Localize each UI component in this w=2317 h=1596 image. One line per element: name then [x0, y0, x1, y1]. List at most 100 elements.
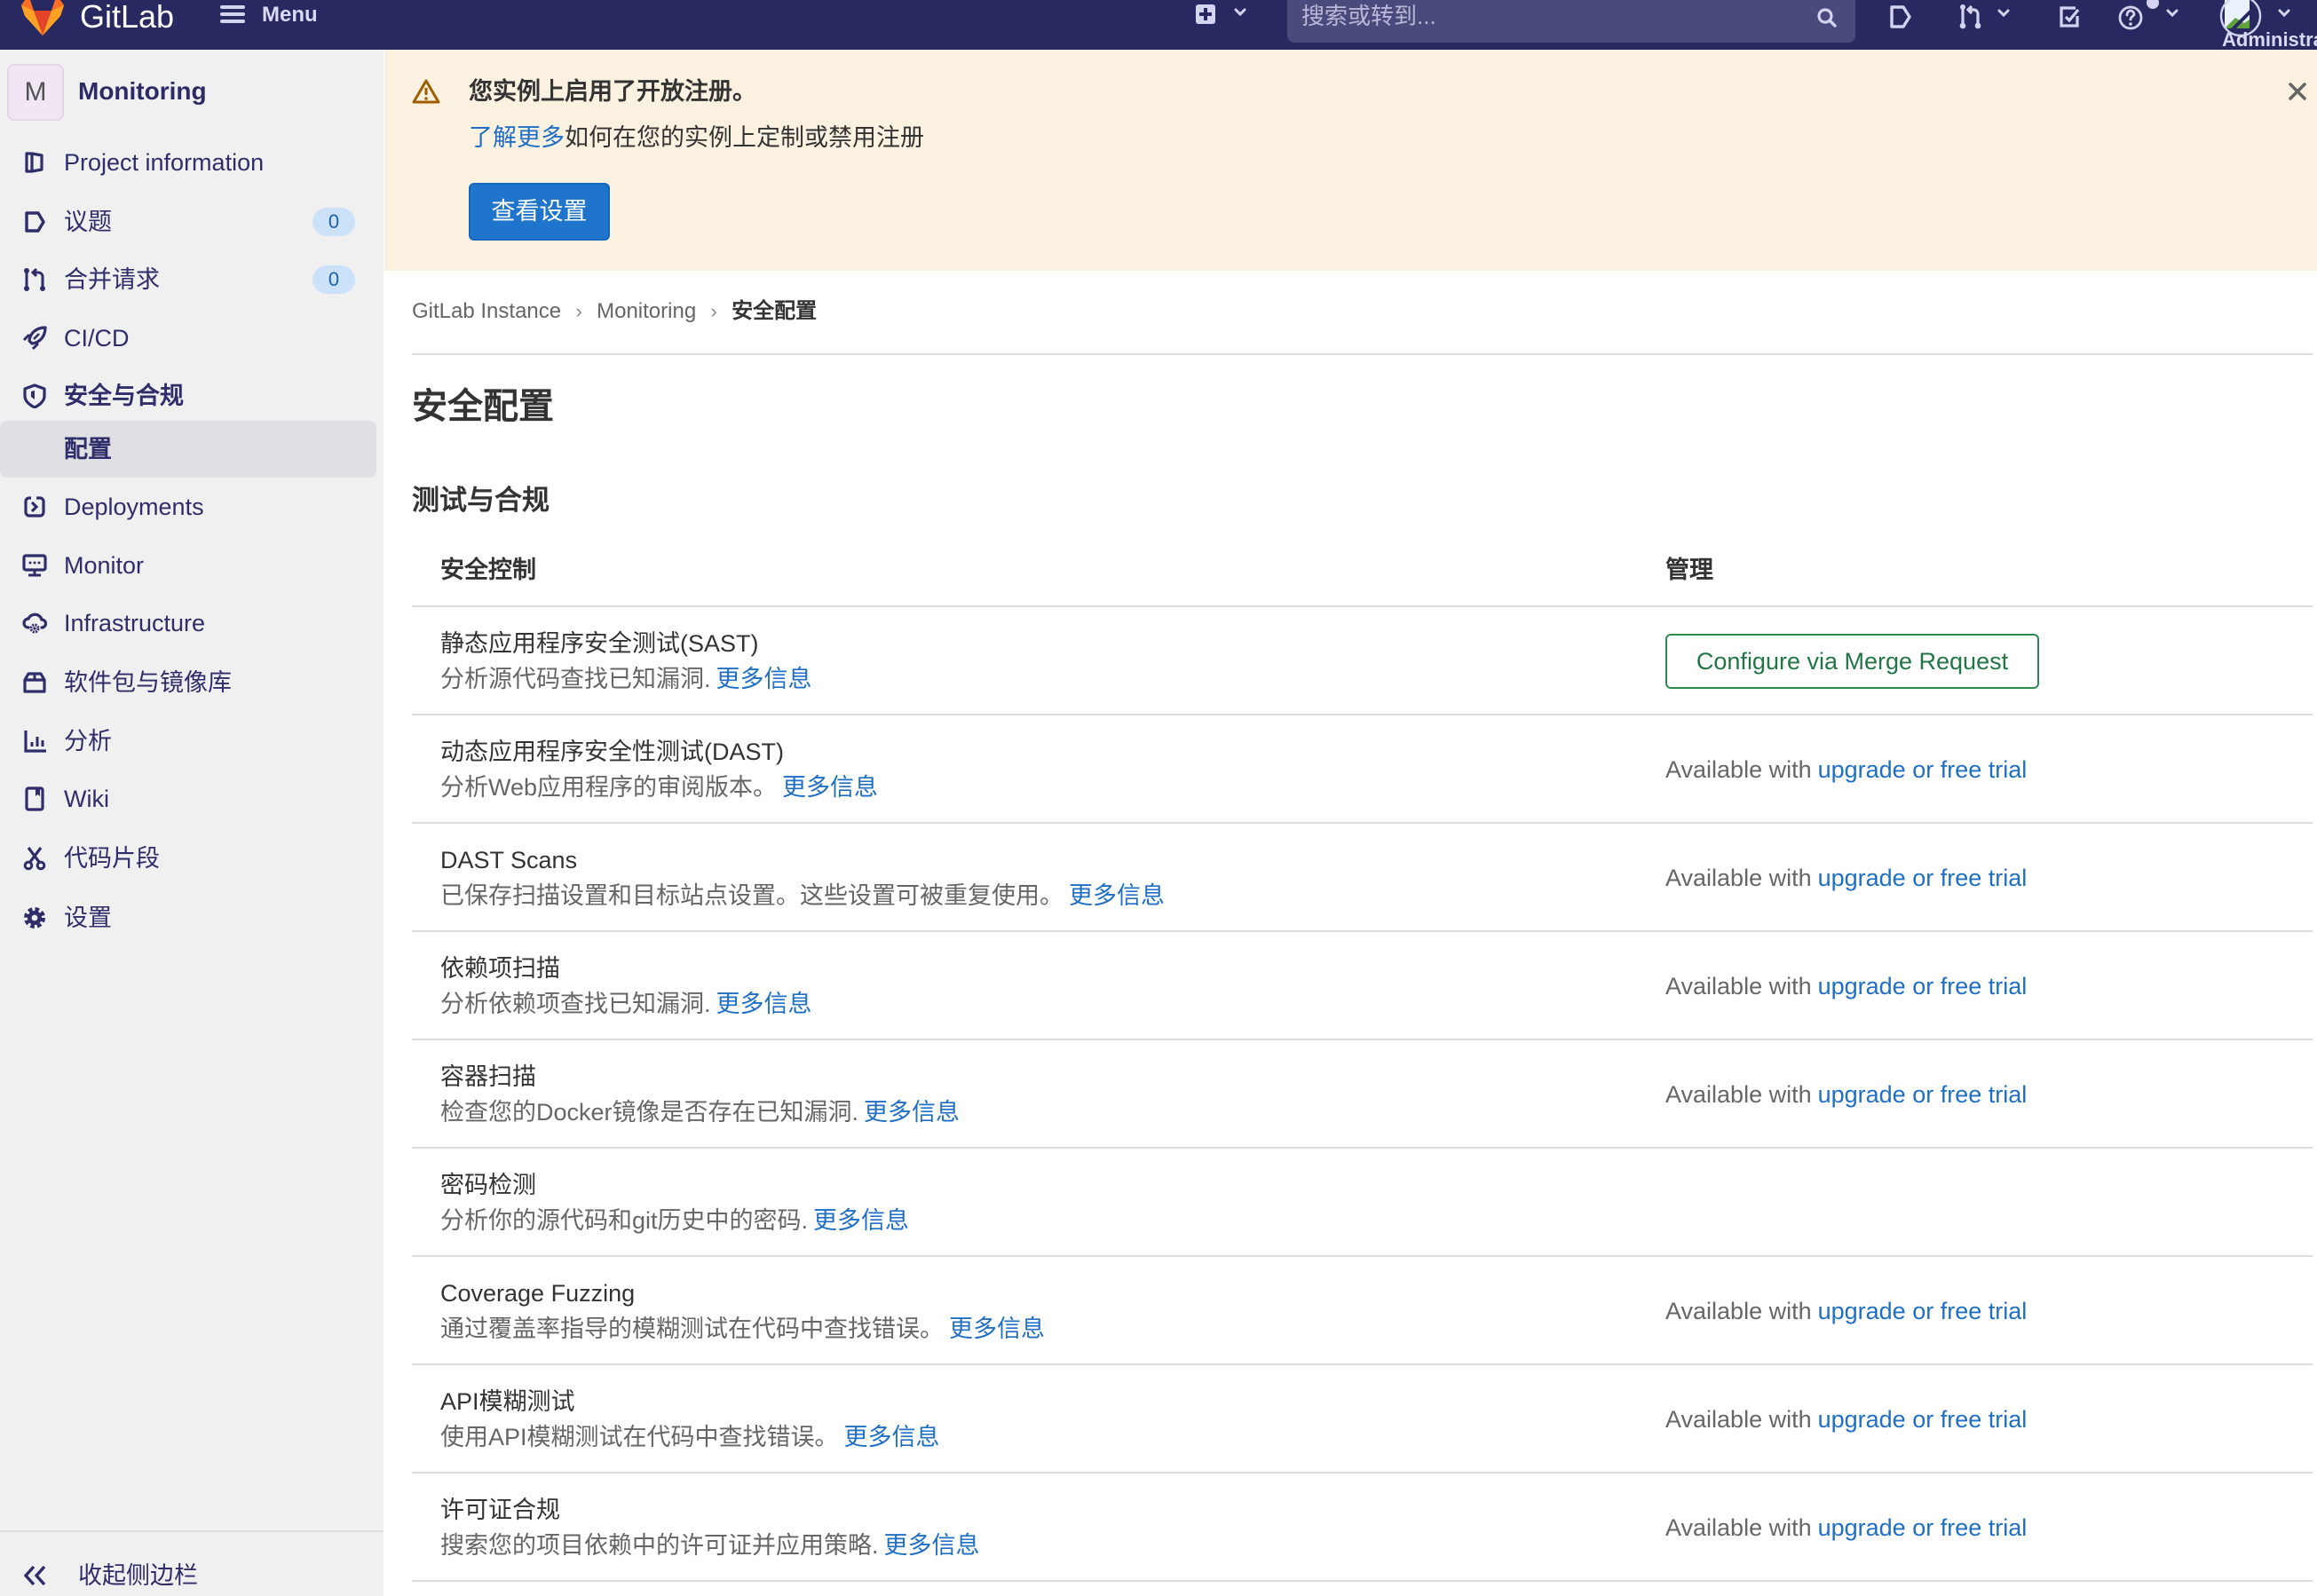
control-description: 通过覆盖率指导的模糊测试在代码中查找错误。 更多信息 — [440, 1313, 1045, 1345]
menu-button[interactable]: Menu — [262, 4, 318, 27]
control-title: 静态应用程序安全测试(SAST) — [440, 630, 759, 657]
breadcrumb-monitoring[interactable]: Monitoring — [597, 297, 696, 326]
learn-more-link[interactable]: 了解更多 — [469, 124, 565, 151]
top-navigation-bar: GitLab Menu Administrator — [0, 0, 2317, 50]
cloud-gear-icon — [22, 611, 47, 636]
control-description: 分析源代码查找已知漏洞. 更多信息 — [440, 663, 812, 695]
issues-icon[interactable] — [1889, 4, 1912, 29]
sidebar-item-configuration[interactable]: 配置 — [0, 421, 376, 478]
table-row: DAST Scans 已保存扫描设置和目标站点设置。这些设置可被重复使用。 更多信… — [412, 824, 2313, 932]
control-title: 密码检测 — [440, 1172, 536, 1198]
search-icon[interactable] — [1816, 7, 1838, 28]
rocket-icon — [22, 326, 47, 351]
sidebar-item-snippets[interactable]: 代码片段 — [0, 829, 376, 888]
project-name-link[interactable]: Monitoring — [78, 74, 207, 109]
section-title: 测试与合规 — [412, 485, 550, 516]
control-description: 搜索您的项目依赖中的许可证并应用策略. 更多信息 — [440, 1529, 980, 1561]
description-text: 检查您的Docker镜像是否存在已知漏洞. — [440, 1099, 859, 1126]
sidebar-item-merge-requests[interactable]: 合并请求 0 — [0, 250, 376, 309]
view-settings-button[interactable]: 查看设置 — [469, 183, 610, 241]
upgrade-prefix: Available with — [1665, 865, 1812, 891]
help-icon[interactable] — [2118, 4, 2145, 30]
merge-requests-count-badge: 0 — [312, 265, 355, 294]
control-description: 已保存扫描设置和目标站点设置。这些设置可被重复使用。 更多信息 — [440, 880, 1165, 912]
alert-body-text: 如何在您的实例上定制或禁用注册 — [565, 124, 924, 151]
upgrade-prefix: Available with — [1665, 1514, 1812, 1541]
breadcrumb-gitlab-instance[interactable]: GitLab Instance — [412, 297, 561, 326]
sidebar-item-project-information[interactable]: Project information — [0, 133, 376, 192]
control-title: Coverage Fuzzing — [440, 1280, 636, 1307]
more-info-link[interactable]: 更多信息 — [884, 1532, 980, 1559]
more-info-link[interactable]: 更多信息 — [716, 991, 812, 1017]
more-info-link[interactable]: 更多信息 — [716, 666, 812, 692]
upgrade-link[interactable]: upgrade or free trial — [1818, 1081, 2028, 1108]
double-chevron-left-icon — [21, 1563, 50, 1588]
chevron-down-icon[interactable] — [1997, 9, 2010, 18]
package-icon — [22, 670, 47, 695]
more-info-link[interactable]: 更多信息 — [949, 1316, 1045, 1342]
close-icon[interactable] — [2287, 81, 2308, 102]
sidebar-item-deployments[interactable]: Deployments — [0, 478, 376, 536]
upgrade-notice: Available with upgrade or free trial — [1665, 862, 2027, 894]
more-info-link[interactable]: 更多信息 — [813, 1207, 909, 1234]
table-row: 容器扫描 检查您的Docker镜像是否存在已知漏洞. 更多信息 Available… — [412, 1040, 2313, 1149]
sidebar-item-security-compliance[interactable]: 安全与合规 — [0, 367, 376, 425]
upgrade-prefix: Available with — [1665, 1406, 1812, 1433]
sidebar-item-ci-cd[interactable]: CI/CD — [0, 309, 376, 367]
merge-requests-icon[interactable] — [1958, 4, 1983, 30]
more-info-link[interactable]: 更多信息 — [864, 1099, 960, 1126]
upgrade-link[interactable]: upgrade or free trial — [1818, 1298, 2028, 1324]
sidebar-item-settings[interactable]: 设置 — [0, 889, 376, 947]
description-text: 通过覆盖率指导的模糊测试在代码中查找错误。 — [440, 1316, 944, 1342]
sidebar-item-packages-registries[interactable]: 软件包与镜像库 — [0, 653, 376, 712]
sidebar-item-monitor[interactable]: Monitor — [0, 536, 376, 595]
divider — [412, 353, 2313, 355]
chevron-down-icon[interactable] — [2166, 9, 2179, 18]
brand-name[interactable]: GitLab — [80, 1, 174, 33]
gitlab-logo-icon[interactable] — [21, 0, 64, 36]
monitor-icon — [22, 553, 47, 578]
more-info-link[interactable]: 更多信息 — [844, 1424, 940, 1450]
table-row: 许可证合规 搜索您的项目依赖中的许可证并应用策略. 更多信息 Available … — [412, 1474, 2313, 1582]
sidebar-item-wiki[interactable]: Wiki — [0, 770, 376, 828]
more-info-link[interactable]: 更多信息 — [1069, 882, 1165, 909]
issues-count-badge: 0 — [312, 208, 355, 236]
upgrade-link[interactable]: upgrade or free trial — [1818, 973, 2028, 999]
sidebar-item-issues[interactable]: 议题 0 — [0, 193, 376, 251]
control-title: 容器扫描 — [440, 1063, 536, 1090]
analytics-icon — [22, 729, 47, 754]
more-info-link[interactable]: 更多信息 — [782, 774, 878, 801]
collapse-sidebar-button[interactable]: 收起侧边栏 — [0, 1530, 384, 1596]
sidebar-item-infrastructure[interactable]: Infrastructure — [0, 594, 376, 652]
control-description: 检查您的Docker镜像是否存在已知漏洞. 更多信息 — [440, 1096, 960, 1128]
chevron-down-icon[interactable] — [1234, 8, 1246, 17]
upgrade-link[interactable]: upgrade or free trial — [1818, 1514, 2028, 1541]
todo-checkbox-icon[interactable] — [2058, 5, 2081, 28]
alert-body: 了解更多如何在您的实例上定制或禁用注册 — [469, 122, 924, 154]
deployments-icon — [22, 494, 47, 519]
upgrade-link[interactable]: upgrade or free trial — [1818, 756, 2028, 783]
upgrade-link[interactable]: upgrade or free trial — [1818, 1406, 2028, 1433]
upgrade-notice: Available with upgrade or free trial — [1665, 970, 2027, 1002]
search-input[interactable] — [1301, 0, 1799, 32]
description-text: 分析你的源代码和git历史中的密码. — [440, 1207, 809, 1234]
upgrade-link[interactable]: upgrade or free trial — [1818, 865, 2028, 891]
chevron-down-icon[interactable] — [2278, 9, 2290, 18]
book-icon — [22, 786, 47, 811]
scissors-icon — [22, 846, 47, 871]
project-avatar[interactable]: M — [7, 64, 64, 121]
breadcrumb-security-configuration[interactable]: 安全配置 — [731, 297, 817, 326]
description-text: 分析Web应用程序的审阅版本。 — [440, 774, 778, 801]
description-text: 分析源代码查找已知漏洞. — [440, 666, 711, 692]
hamburger-menu-icon[interactable] — [220, 4, 245, 24]
configure-via-merge-request-button[interactable]: Configure via Merge Request — [1665, 634, 2039, 689]
column-header-security-control: 安全控制 — [440, 557, 536, 583]
page-title: 安全配置 — [412, 387, 554, 426]
table-row: 依赖项扫描 分析依赖项查找已知漏洞. 更多信息 Available with upg… — [412, 932, 2313, 1040]
user-name[interactable]: Administrator — [2222, 29, 2317, 51]
sidebar-item-analytics[interactable]: 分析 — [0, 712, 376, 770]
create-new-plus-icon[interactable] — [1196, 4, 1215, 25]
upgrade-notice: Available with upgrade or free trial — [1665, 1512, 2027, 1544]
upgrade-notice: Available with upgrade or free trial — [1665, 1403, 2027, 1435]
control-title: 依赖项扫描 — [440, 955, 560, 982]
